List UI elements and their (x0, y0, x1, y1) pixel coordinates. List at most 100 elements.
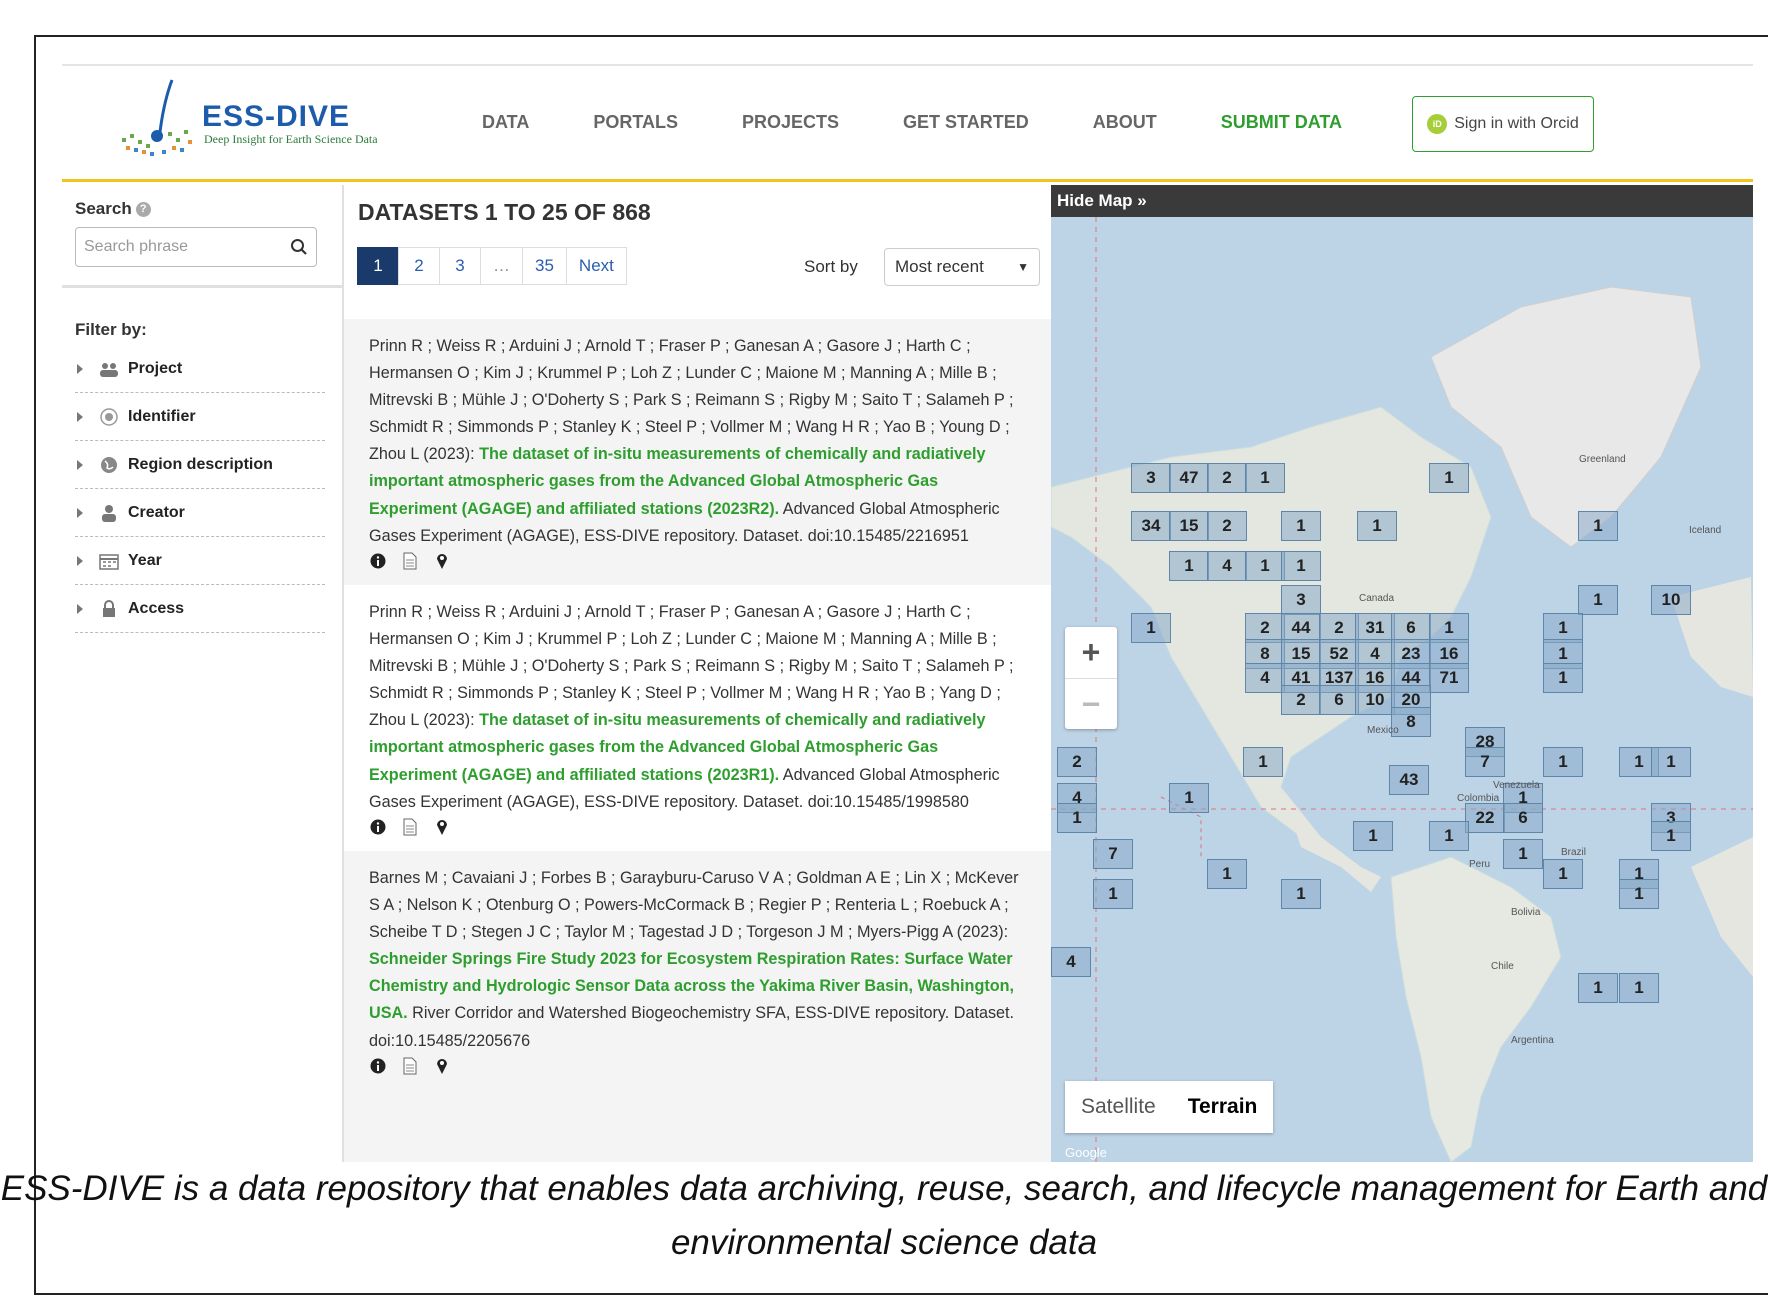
filter-creator[interactable]: Creator (75, 489, 325, 537)
sort-label: Sort by (804, 257, 858, 276)
filter-region-description[interactable]: Region description (75, 441, 325, 489)
map-label: Argentina (1511, 1035, 1554, 1046)
expand-arrow-icon (77, 555, 83, 566)
map-cluster-count[interactable]: 4 (1051, 947, 1091, 977)
nav-get-started[interactable]: GET STARTED (903, 112, 1029, 133)
map-cluster-count[interactable]: 7 (1093, 839, 1133, 869)
document-icon[interactable] (401, 1057, 419, 1075)
map-cluster-count[interactable]: 2 (1207, 463, 1247, 493)
satellite-button[interactable]: Satellite (1065, 1081, 1172, 1133)
filter-identifier[interactable]: Identifier (75, 393, 325, 441)
map-cluster-count[interactable]: 1 (1543, 663, 1583, 693)
sidebar: Search? Filter by: Project Identifier Re… (62, 185, 342, 1162)
terrain-button[interactable]: Terrain (1172, 1081, 1274, 1133)
info-icon[interactable] (369, 552, 387, 570)
map-label: Peru (1469, 859, 1491, 870)
map-cluster-count[interactable]: 1 (1578, 585, 1618, 615)
map-cluster-count[interactable]: 1 (1429, 821, 1469, 851)
document-icon[interactable] (401, 818, 419, 836)
record-actions (369, 818, 1029, 836)
next-page-button[interactable]: Next (565, 247, 627, 285)
nav-data[interactable]: DATA (482, 112, 529, 133)
map-cluster-count[interactable]: 1 (1057, 803, 1097, 833)
map-cluster-count[interactable]: 1 (1578, 973, 1618, 1003)
map-cluster-count[interactable]: 47 (1169, 463, 1209, 493)
filter-access[interactable]: Access (75, 585, 325, 633)
page-2-button[interactable]: 2 (398, 247, 440, 285)
map-cluster-count[interactable]: 1 (1243, 747, 1283, 777)
info-icon[interactable] (369, 1057, 387, 1075)
map-cluster-count[interactable]: 1 (1093, 879, 1133, 909)
help-icon[interactable]: ? (135, 202, 151, 218)
map-marker-icon[interactable] (433, 1057, 451, 1075)
map-cluster-count[interactable]: 3 (1281, 585, 1321, 615)
site-header: ESS-DIVE Deep Insight for Earth Science … (62, 64, 1753, 182)
results-panel: DATASETS 1 TO 25 OF 868 1 2 3 … 35 Next … (342, 185, 1053, 1162)
map-cluster-count[interactable]: 1 (1543, 747, 1583, 777)
page-ellipsis: … (480, 247, 523, 285)
map-cluster-count[interactable]: 4 (1245, 663, 1285, 693)
page-3-button[interactable]: 3 (439, 247, 481, 285)
map-cluster-count[interactable]: 1 (1619, 973, 1659, 1003)
search-icon[interactable] (290, 238, 308, 256)
search-input[interactable] (84, 238, 264, 256)
map-cluster-count[interactable]: 10 (1355, 685, 1395, 715)
map-cluster-count[interactable]: 43 (1389, 765, 1429, 795)
map-cluster-count[interactable]: 2 (1057, 747, 1097, 777)
main-nav: DATA PORTALS PROJECTS GET STARTED ABOUT … (482, 112, 1406, 133)
nav-projects[interactable]: PROJECTS (742, 112, 839, 133)
map-cluster-count[interactable]: 1 (1357, 511, 1397, 541)
nav-portals[interactable]: PORTALS (593, 112, 678, 133)
map-cluster-count[interactable]: 1 (1578, 511, 1618, 541)
map-cluster-count[interactable]: 7 (1465, 747, 1505, 777)
map-cluster-count[interactable]: 10 (1651, 585, 1691, 615)
map-cluster-count[interactable]: 1 (1429, 463, 1469, 493)
map-cluster-count[interactable]: 1 (1651, 747, 1691, 777)
map-cluster-count[interactable]: 1 (1353, 821, 1393, 851)
page-35-button[interactable]: 35 (522, 247, 567, 285)
document-icon[interactable] (401, 552, 419, 570)
map-cluster-count[interactable]: 2 (1207, 511, 1247, 541)
map-cluster-count[interactable]: 1 (1543, 859, 1583, 889)
sort-select[interactable]: Most recent ▼ (884, 248, 1040, 286)
chevron-down-icon: ▼ (1017, 260, 1029, 274)
map-cluster-count[interactable]: 34 (1131, 511, 1171, 541)
map-cluster-count[interactable]: 1 (1619, 879, 1659, 909)
nav-about[interactable]: ABOUT (1093, 112, 1157, 133)
map-marker-icon[interactable] (433, 818, 451, 836)
hide-map-toggle[interactable]: Hide Map » (1051, 185, 1753, 217)
zoom-in-button[interactable]: + (1065, 627, 1117, 678)
map-cluster-count[interactable]: 2 (1281, 685, 1321, 715)
map-cluster-count[interactable]: 6 (1319, 685, 1359, 715)
sidebar-divider (62, 285, 342, 288)
sign-in-orcid-button[interactable]: iD Sign in with Orcid (1412, 96, 1594, 152)
map-cluster-count[interactable]: 22 (1465, 803, 1505, 833)
filter-year[interactable]: Year (75, 537, 325, 585)
page-1-button[interactable]: 1 (357, 247, 399, 285)
map-cluster-count[interactable]: 1 (1281, 879, 1321, 909)
map-cluster-count[interactable]: 1 (1207, 859, 1247, 889)
zoom-out-button[interactable]: − (1065, 678, 1117, 729)
map-cluster-count[interactable]: 4 (1207, 551, 1247, 581)
map-cluster-count[interactable]: 1 (1281, 511, 1321, 541)
map-cluster-count[interactable]: 1 (1131, 613, 1171, 643)
map-marker-icon[interactable] (433, 552, 451, 570)
sort-value: Most recent (895, 257, 984, 276)
map-cluster-count[interactable]: 1 (1281, 551, 1321, 581)
filter-project[interactable]: Project (75, 345, 325, 393)
map-cluster-count[interactable]: 6 (1503, 803, 1543, 833)
map-cluster-count[interactable]: 1 (1245, 463, 1285, 493)
map-cluster-count[interactable]: 71 (1429, 663, 1469, 693)
record-citation: River Corridor and Watershed Biogeochemi… (369, 1004, 1015, 1050)
map-cluster-count[interactable]: 1 (1245, 551, 1285, 581)
map-cluster-count[interactable]: 1 (1169, 783, 1209, 813)
info-icon[interactable] (369, 818, 387, 836)
map-cluster-count[interactable]: 3 (1131, 463, 1171, 493)
map-cluster-count[interactable]: 1 (1503, 839, 1543, 869)
nav-submit-data[interactable]: SUBMIT DATA (1221, 112, 1342, 133)
map-cluster-count[interactable]: 1 (1651, 821, 1691, 851)
map-panel[interactable]: Hide Map » 3 47 2 1 1 34 15 2 1 1 1 1 4 1 1 3 1 10 1 2 44 2 31… (1051, 185, 1753, 1162)
map-cluster-count[interactable]: 1 (1169, 551, 1209, 581)
ess-dive-logo[interactable]: ESS-DIVE Deep Insight for Earth Science … (102, 76, 402, 171)
map-cluster-count[interactable]: 15 (1169, 511, 1209, 541)
